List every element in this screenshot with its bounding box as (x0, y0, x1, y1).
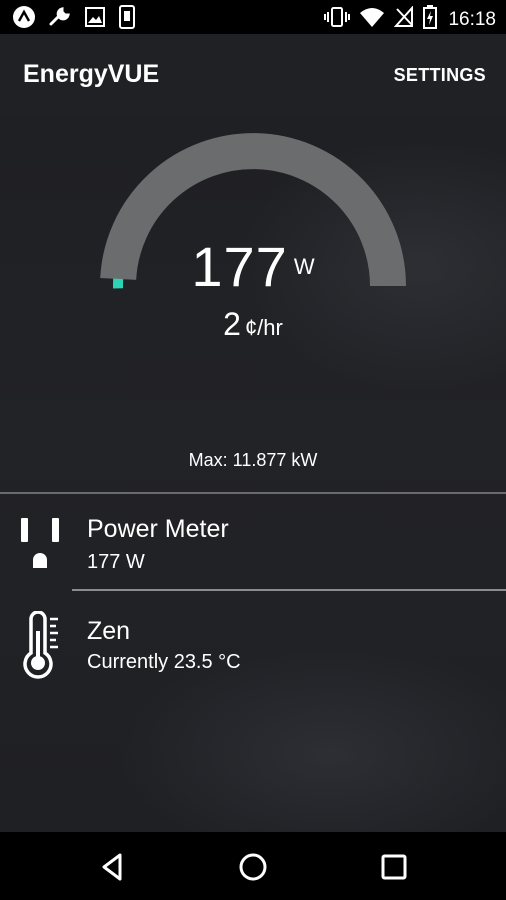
vibrate-icon (324, 6, 351, 33)
device-title: Power Meter (87, 515, 229, 543)
wifi-icon (359, 6, 385, 33)
battery-charging-icon (423, 5, 438, 34)
phone-icon (118, 5, 136, 34)
device-subtitle: Currently 23.5 °C (87, 651, 241, 673)
device-row-power-meter[interactable]: Power Meter 177 W (0, 494, 506, 589)
thermometer-icon (20, 610, 64, 684)
cost-unit: ¢/hr (244, 315, 283, 340)
app-icon (12, 5, 36, 34)
power-value: 177 (191, 235, 288, 298)
navigation-bar (0, 832, 506, 900)
power-unit: W (293, 254, 315, 279)
app-bar: EnergyVUE SETTINGS (0, 34, 506, 114)
settings-button[interactable]: SETTINGS (394, 65, 486, 86)
back-icon[interactable] (96, 850, 130, 884)
cost-readout: 2 ¢/hr (0, 306, 506, 343)
device-subtitle: 177 W (87, 551, 145, 573)
power-readout: 177 W (0, 234, 506, 299)
recents-icon[interactable] (377, 850, 411, 884)
wrench-icon (48, 5, 72, 34)
home-icon[interactable] (236, 850, 270, 884)
no-signal-icon (394, 5, 414, 33)
status-bar: 16:18 (0, 0, 506, 34)
outlet-icon (19, 516, 61, 575)
app-title: EnergyVUE (23, 60, 160, 88)
cost-value: 2 (223, 306, 241, 342)
max-power-label: Max: 11.877 kW (188, 450, 318, 470)
device-row-zen[interactable]: Zen Currently 23.5 °C (0, 591, 506, 691)
image-icon (84, 6, 106, 33)
status-time: 16:18 (448, 8, 496, 30)
device-title: Zen (87, 617, 131, 645)
